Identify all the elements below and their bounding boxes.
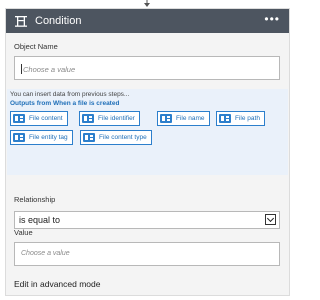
file-token-icon <box>219 114 231 123</box>
arrow-down-icon <box>144 0 150 7</box>
token-file-path[interactable]: File path <box>216 111 265 126</box>
file-token-icon <box>83 133 95 142</box>
token-label: File identifier <box>98 115 135 122</box>
file-token-icon <box>160 114 172 123</box>
token-label: File name <box>176 115 205 122</box>
card-title: Condition <box>35 15 82 27</box>
relationship-label: Relationship <box>14 195 56 204</box>
token-file-identifier[interactable]: File identifier <box>79 111 140 126</box>
card-header: Condition ••• <box>6 9 289 33</box>
condition-icon <box>15 16 27 27</box>
condition-card: Condition ••• Object Name Choose a value… <box>5 8 290 296</box>
token-file-content-type[interactable]: File content type <box>80 130 152 145</box>
token-label: File content <box>29 115 63 122</box>
value-input[interactable]: Choose a value <box>14 242 280 266</box>
token-file-entity-tag[interactable]: File entity tag <box>10 130 73 145</box>
more-options-icon[interactable]: ••• <box>264 13 280 25</box>
text-cursor <box>21 64 22 74</box>
object-name-input[interactable]: Choose a value <box>14 56 280 80</box>
dynamic-content-panel: You can insert data from previous steps.… <box>7 89 288 175</box>
object-name-label: Object Name <box>14 42 58 51</box>
token-label: File content type <box>99 134 147 141</box>
value-placeholder: Choose a value <box>21 250 70 257</box>
chevron-down-icon[interactable] <box>265 214 276 225</box>
token-label: File entity tag <box>29 134 68 141</box>
token-file-name[interactable]: File name <box>157 111 210 126</box>
edit-advanced-mode-link[interactable]: Edit in advanced mode <box>14 279 100 289</box>
file-token-icon <box>13 114 25 123</box>
object-name-placeholder: Choose a value <box>23 65 76 74</box>
file-token-icon <box>13 133 25 142</box>
token-file-content[interactable]: File content <box>10 111 68 126</box>
relationship-select[interactable]: is equal to <box>14 211 280 229</box>
file-token-icon <box>82 114 94 123</box>
dynamic-content-source: Outputs from When a file is created <box>10 100 120 107</box>
token-label: File path <box>235 115 260 122</box>
value-label: Value <box>14 228 33 237</box>
relationship-value: is equal to <box>19 215 61 225</box>
dynamic-content-hint: You can insert data from previous steps.… <box>10 91 130 98</box>
